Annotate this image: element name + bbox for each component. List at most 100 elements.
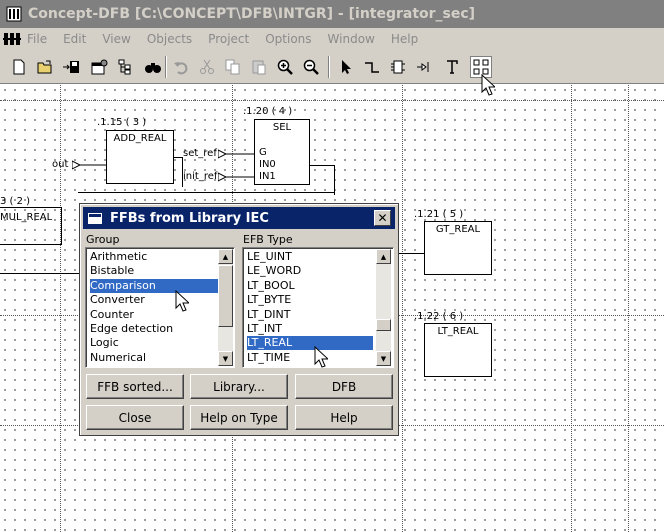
group-list-item[interactable]: Bistable xyxy=(90,264,134,278)
menu-file[interactable]: File xyxy=(27,32,47,46)
library-button[interactable]: Library... xyxy=(190,374,288,399)
wire xyxy=(174,157,182,158)
group-list-item[interactable]: Counter xyxy=(90,308,134,322)
close-button[interactable]: ✕ xyxy=(374,210,391,226)
open-icon xyxy=(37,60,52,74)
ffb-library-icon xyxy=(473,59,489,75)
window-icon xyxy=(88,212,102,224)
scrollbar-thumb[interactable] xyxy=(376,319,391,331)
copy-button[interactable] xyxy=(222,56,244,78)
type-list-item[interactable]: LE_WORD xyxy=(247,264,301,278)
document-system-icon[interactable] xyxy=(3,32,21,46)
type-list-item[interactable]: LT_INT xyxy=(247,322,282,336)
function-block-sel[interactable]: SEL G IN0 IN1 xyxy=(254,119,310,185)
open-button[interactable] xyxy=(34,56,56,78)
type-list-item[interactable]: LT_BOOL xyxy=(247,279,295,293)
block-name: GT_REAL xyxy=(435,224,481,235)
dialog-title: FFBs from Library IEC xyxy=(110,210,269,226)
properties-button[interactable] xyxy=(88,56,110,78)
group-list-item[interactable]: Converter xyxy=(90,293,145,307)
mouse-cursor-icon xyxy=(175,290,189,312)
select-mode-button[interactable] xyxy=(335,56,357,78)
ffb-library-dialog: FFBs from Library IEC ✕ Group EFB Type A… xyxy=(79,203,399,436)
new-icon xyxy=(13,59,25,75)
properties-icon xyxy=(91,59,108,75)
window-title: Concept-DFB [C:\CONCEPT\DFB\INTGR] - [in… xyxy=(28,6,476,22)
close-dialog-button[interactable]: Close xyxy=(86,405,184,430)
toolbar-separator xyxy=(328,56,330,78)
help-button[interactable]: Help xyxy=(295,405,393,430)
group-list-item[interactable]: Logic xyxy=(90,336,119,350)
input-connector-icon xyxy=(218,172,254,182)
type-list-item[interactable]: LT_TIME xyxy=(247,351,290,365)
app-icon xyxy=(6,6,22,22)
zoom-in-button[interactable] xyxy=(274,56,296,78)
menu-project[interactable]: Project xyxy=(208,32,249,46)
menu-window[interactable]: Window xyxy=(328,32,375,46)
group-listbox[interactable]: Arithmetic Bistable Comparison Converter… xyxy=(85,247,235,368)
efb-type-label: EFB Type xyxy=(243,233,293,246)
scroll-up-button[interactable]: ▲ xyxy=(218,249,233,264)
scroll-up-button[interactable]: ▲ xyxy=(376,249,391,264)
save-button[interactable] xyxy=(60,56,82,78)
group-scrollbar[interactable]: ▲ ▼ xyxy=(218,249,233,366)
mouse-cursor-icon xyxy=(481,74,495,96)
ffb-mode-button[interactable] xyxy=(387,56,409,78)
menu-help[interactable]: Help xyxy=(391,32,418,46)
function-block-gt-real[interactable]: GT_REAL xyxy=(424,221,492,275)
grid-line xyxy=(0,100,664,101)
block-ref: 3 ( 2 ) xyxy=(0,196,31,207)
ffb-sorted-button[interactable]: FFB sorted... xyxy=(86,374,184,399)
wire xyxy=(334,165,335,195)
block-name: SEL xyxy=(272,122,292,133)
menu-view[interactable]: View xyxy=(102,32,130,46)
type-list-item-selected[interactable]: LT_REAL xyxy=(247,336,373,350)
scroll-down-button[interactable]: ▼ xyxy=(376,351,391,366)
link-mode-button[interactable] xyxy=(361,56,383,78)
scroll-down-icon: ▼ xyxy=(380,354,387,363)
button-label: DFB xyxy=(331,379,357,394)
scrollbar-thumb[interactable] xyxy=(218,265,233,327)
text-mode-button[interactable] xyxy=(441,56,463,78)
tree-button[interactable] xyxy=(114,56,136,78)
zoom-out-button[interactable] xyxy=(300,56,322,78)
group-list-item-selected[interactable]: Comparison xyxy=(90,279,218,293)
menu-edit[interactable]: Edit xyxy=(63,32,86,46)
type-scrollbar[interactable]: ▲ ▼ xyxy=(376,249,391,366)
dfb-button[interactable]: DFB xyxy=(295,374,393,399)
wire xyxy=(310,165,334,166)
help-on-type-button[interactable]: Help on Type xyxy=(190,405,288,430)
scroll-up-icon: ▲ xyxy=(222,252,229,261)
menu-options[interactable]: Options xyxy=(265,32,311,46)
io-mode-icon xyxy=(417,62,429,72)
close-icon: ✕ xyxy=(377,211,388,225)
find-button[interactable] xyxy=(142,56,164,78)
scroll-down-button[interactable]: ▼ xyxy=(218,351,233,366)
function-block-add-real[interactable]: ADD_REAL xyxy=(106,130,174,184)
menu-objects[interactable]: Objects xyxy=(147,32,192,46)
variable-init-ref: init_ref xyxy=(183,171,218,182)
find-icon xyxy=(145,63,161,73)
button-label: Help xyxy=(330,410,358,425)
type-list-item[interactable]: LE_UINT xyxy=(247,250,292,264)
io-mode-button[interactable] xyxy=(413,56,435,78)
function-block-lt-real[interactable]: LT_REAL xyxy=(424,323,492,377)
function-block-mul-real[interactable] xyxy=(0,207,62,245)
variable-out: out xyxy=(52,159,69,170)
pin-label: IN0 xyxy=(259,159,276,170)
grid-line xyxy=(571,85,572,532)
cut-button[interactable] xyxy=(196,56,218,78)
tree-icon xyxy=(118,59,131,75)
paste-button[interactable] xyxy=(248,56,270,78)
group-list-item[interactable]: Numerical xyxy=(90,351,146,365)
type-list-item[interactable]: LT_DINT xyxy=(247,308,291,322)
button-label: FFB sorted... xyxy=(97,379,173,394)
type-list-item[interactable]: LT_BYTE xyxy=(247,293,291,307)
button-label: Help on Type xyxy=(200,410,278,425)
new-button[interactable] xyxy=(8,56,30,78)
input-connector-icon xyxy=(218,149,254,159)
group-list-item[interactable]: Edge detection xyxy=(90,322,173,336)
group-list-item[interactable]: Arithmetic xyxy=(90,250,147,264)
grid-line xyxy=(628,85,629,532)
undo-button[interactable] xyxy=(170,56,192,78)
